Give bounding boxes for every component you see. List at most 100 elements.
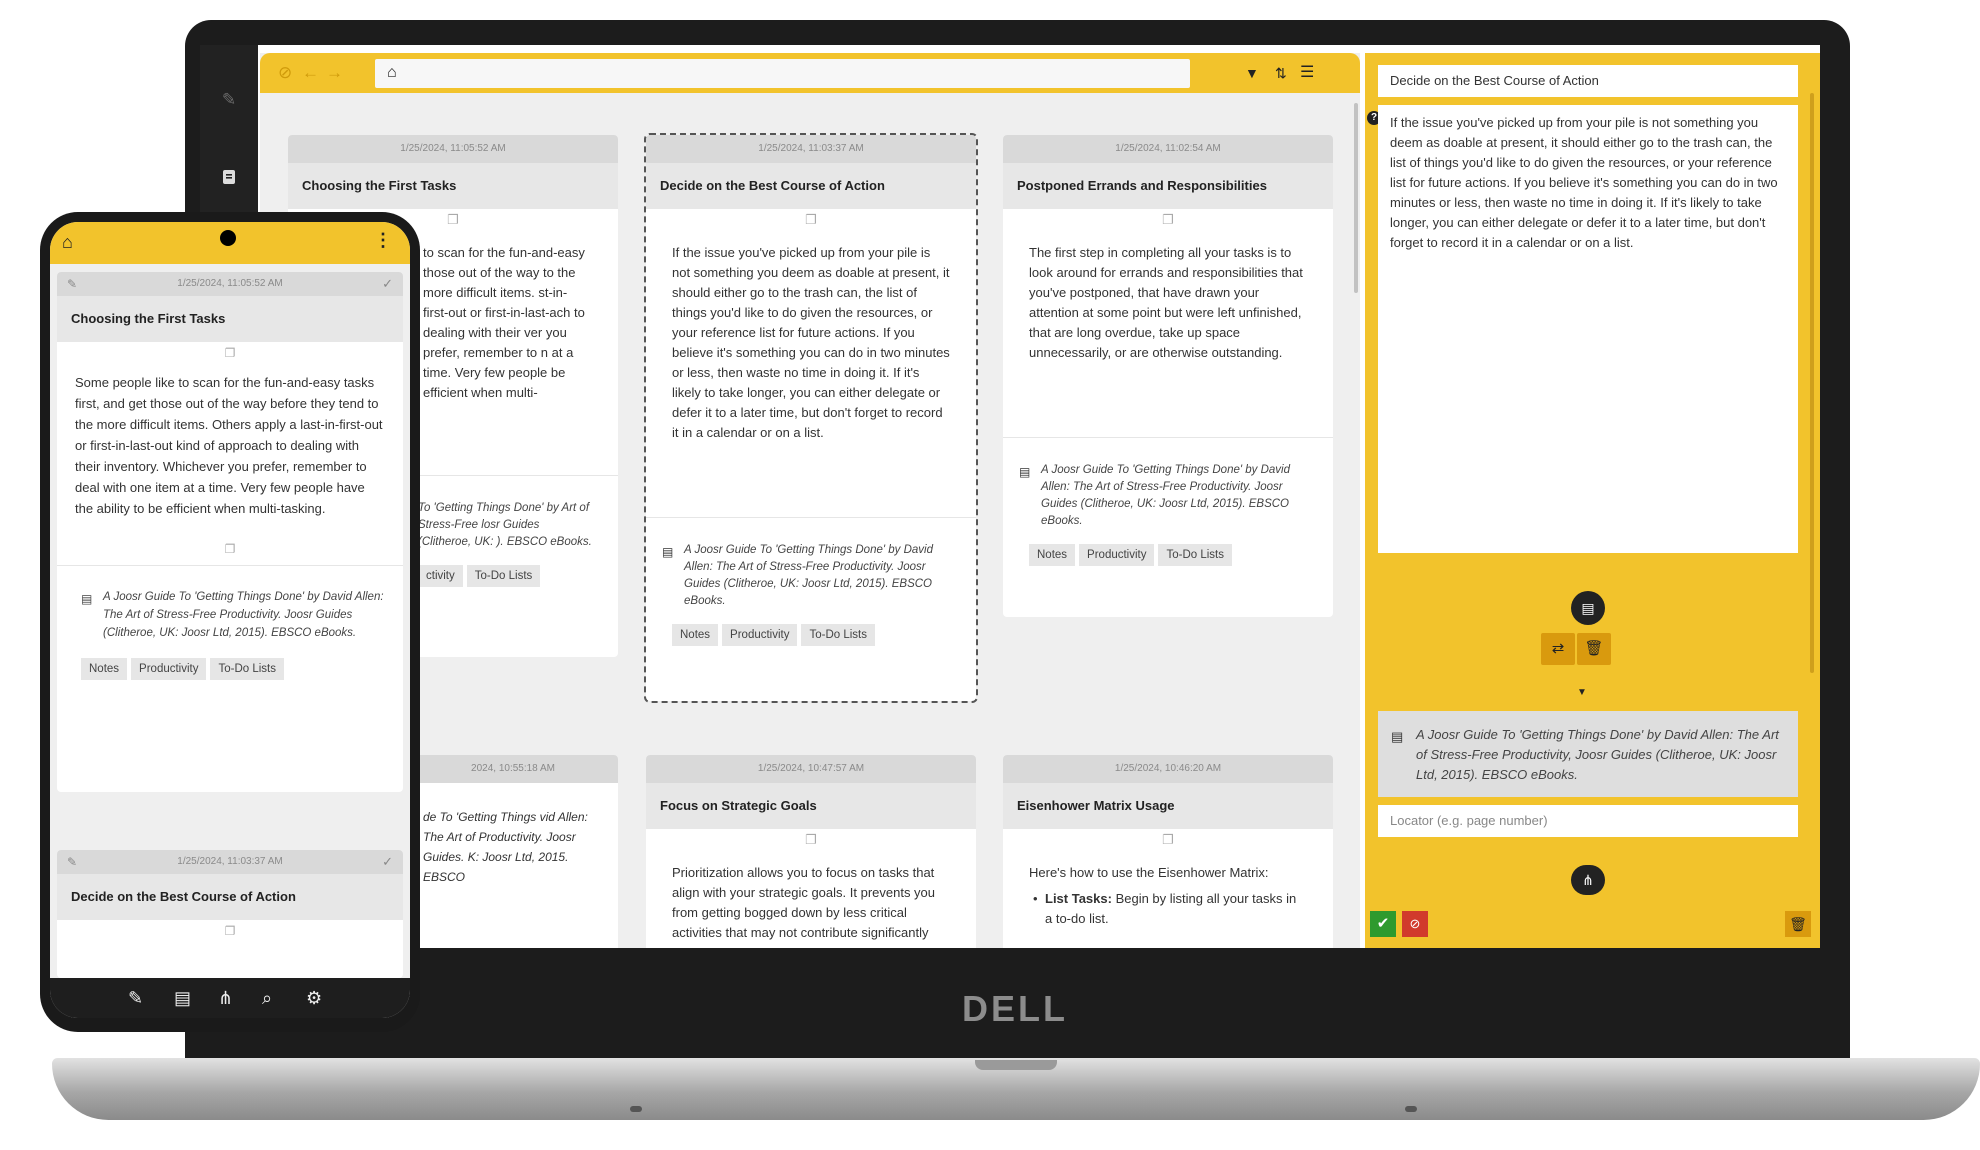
pencil-icon[interactable]: ✎ xyxy=(67,850,77,874)
forward-icon[interactable]: → xyxy=(326,63,343,83)
card-body: Some people like to scan for the fun-and… xyxy=(75,375,383,516)
copy-icon[interactable]: ❐ xyxy=(57,342,403,372)
tag[interactable]: Productivity xyxy=(1079,544,1155,566)
tag[interactable]: Notes xyxy=(672,624,719,646)
tag-list: Notes Productivity To-Do Lists xyxy=(646,610,976,664)
card-source-text: A Joosr Guide To 'Getting Things Done' b… xyxy=(103,591,384,639)
home-icon[interactable]: ⌂ xyxy=(387,63,397,83)
panel-scrollbar[interactable] xyxy=(1810,93,1814,673)
card-body: Prioritization allows you to focus on ta… xyxy=(672,865,936,940)
editor-title-field[interactable]: Decide on the Best Course of Action xyxy=(1378,65,1798,97)
tag-list: Notes Productivity To-Do Lists xyxy=(57,642,403,710)
filter-icon[interactable]: ▼ xyxy=(1245,63,1259,83)
book-icon: ▤ xyxy=(662,545,674,559)
card-source-text: A Joosr Guide To 'Getting Things Done' b… xyxy=(684,544,934,607)
bullet: • xyxy=(1033,891,1038,906)
sort-icon[interactable]: ⇅ xyxy=(1275,63,1287,83)
editor-text-area[interactable]: If the issue you've picked up from your … xyxy=(1378,105,1798,553)
tag[interactable]: To-Do Lists xyxy=(1158,544,1233,566)
card-source-text: A Joosr Guide To 'Getting Things Done' b… xyxy=(1041,464,1291,527)
pencil-icon[interactable]: ✎ xyxy=(219,90,239,110)
phone-note-card[interactable]: ✎ 1/25/2024, 11:05:52 AM ✓ Choosing the … xyxy=(57,272,403,792)
back-icon[interactable]: ← xyxy=(302,63,319,83)
card-body-text: Here's how to use the Eisenhower Matrix: xyxy=(1029,865,1269,880)
card-title: Decide on the Best Course of Action xyxy=(646,163,976,209)
sitemap-icon[interactable]: ⋔ xyxy=(1571,865,1605,895)
tag[interactable]: To-Do Lists xyxy=(210,658,285,680)
copy-icon[interactable]: ❐ xyxy=(646,829,976,855)
cancel-button[interactable]: ⊘ xyxy=(1402,911,1428,937)
check-icon[interactable]: ✓ xyxy=(382,272,393,296)
book-icon: ▤ xyxy=(1391,729,1404,744)
copy-icon[interactable]: ❐ xyxy=(646,209,976,235)
card-body: The first step in completing all your ta… xyxy=(1029,245,1303,360)
card-title: Postponed Errands and Responsibilities xyxy=(1003,163,1333,209)
book-icon[interactable]: ▤ xyxy=(1571,591,1605,625)
note-card[interactable]: 1/25/2024, 10:46:20 AM Eisenhower Matrix… xyxy=(1003,755,1333,948)
copy-icon[interactable]: ❐ xyxy=(57,920,403,950)
swap-icon[interactable]: ⇄ xyxy=(1541,633,1575,665)
tag[interactable]: Notes xyxy=(81,658,128,680)
card-title: Focus on Strategic Goals xyxy=(646,783,976,829)
pencil-icon[interactable]: ✎ xyxy=(67,272,77,296)
card-date: 1/25/2024, 11:02:54 AM xyxy=(1003,135,1333,163)
card-source: ▤ A Joosr Guide To 'Getting Things Done'… xyxy=(57,566,403,642)
notes-main: ⊘ ← → ⌂ ▼ ⇅ ☰ 1/25/2024, 11:05:52 AM Cho… xyxy=(260,53,1360,948)
card-body: If the issue you've picked up from your … xyxy=(672,245,950,440)
card-title: Choosing the First Tasks xyxy=(57,296,403,342)
gear-icon[interactable]: ⚙ xyxy=(306,988,322,1008)
locator-input[interactable]: Locator (e.g. page number) xyxy=(1378,805,1798,837)
phone-note-card[interactable]: ✎ 1/25/2024, 11:03:37 AM ✓ Decide on the… xyxy=(57,850,403,978)
card-date-row: ✎ 1/25/2024, 11:03:37 AM ✓ xyxy=(57,850,403,874)
book-icon: ▤ xyxy=(1019,465,1031,479)
trash-icon[interactable]: 🗑 xyxy=(1577,633,1611,665)
card-source: ▤ A Joosr Guide To 'Getting Things Done'… xyxy=(646,518,976,610)
copy-icon[interactable]: ❐ xyxy=(1003,829,1333,855)
book-icon[interactable] xyxy=(219,169,239,189)
sitemap-icon[interactable]: ⋔ xyxy=(218,988,233,1008)
card-date-row: ✎ 1/25/2024, 11:05:52 AM ✓ xyxy=(57,272,403,296)
laptop-foot xyxy=(1405,1106,1417,1112)
phone-camera xyxy=(220,230,236,246)
card-date: 1/25/2024, 11:05:52 AM xyxy=(177,278,283,289)
tag[interactable]: Notes xyxy=(1029,544,1076,566)
save-button[interactable]: ✔ xyxy=(1370,911,1396,937)
card-title: Decide on the Best Course of Action xyxy=(57,874,403,920)
copy-icon[interactable]: ❐ xyxy=(1003,209,1333,235)
dell-logo: DELL xyxy=(962,988,1068,1029)
home-icon[interactable]: ⌂ xyxy=(62,232,73,253)
card-date: 1/25/2024, 11:03:37 AM xyxy=(177,856,283,867)
menu-icon[interactable]: ☰ xyxy=(1300,63,1314,83)
list-label: List Tasks: xyxy=(1045,891,1112,906)
pencil-icon[interactable]: ✎ xyxy=(128,988,143,1008)
tag[interactable]: To-Do Lists xyxy=(466,565,541,587)
editor-source: ▤ A Joosr Guide To 'Getting Things Done'… xyxy=(1378,711,1798,797)
laptop-screen: ✎ ⊘ ← → ⌂ ▼ ⇅ ☰ 1/25/2024, 11:05:52 AM C… xyxy=(200,45,1820,948)
note-card[interactable]: 1/25/2024, 11:02:54 AM Postponed Errands… xyxy=(1003,135,1333,617)
search-icon[interactable]: ⌕ xyxy=(262,988,272,1008)
phone-screen: ⌂ ⋮ ✎ 1/25/2024, 11:05:52 AM ✓ Choosing … xyxy=(50,222,410,1018)
toolbar: ⊘ ← → ⌂ ▼ ⇅ ☰ xyxy=(260,53,1360,93)
tag[interactable]: To-Do Lists xyxy=(801,624,876,646)
more-icon[interactable]: ⋮ xyxy=(374,230,392,251)
address-bar[interactable]: ⌂ xyxy=(375,59,1190,88)
paste-icon[interactable]: ❐ xyxy=(57,519,403,565)
list-item: • List Tasks: Begin by listing all your … xyxy=(1029,889,1307,929)
card-body: Here's how to use the Eisenhower Matrix:… xyxy=(1003,855,1333,929)
note-card[interactable]: 1/25/2024, 10:47:57 AM Focus on Strategi… xyxy=(646,755,976,948)
card-date: 1/25/2024, 10:46:20 AM xyxy=(1003,755,1333,783)
card-title: Eisenhower Matrix Usage xyxy=(1003,783,1333,829)
chevron-down-icon[interactable]: ▼ xyxy=(1577,687,1587,698)
tag[interactable]: ctivity xyxy=(418,565,463,587)
card-date: 1/25/2024, 11:05:52 AM xyxy=(288,135,618,163)
book-icon[interactable]: ▤ xyxy=(174,988,191,1008)
delete-button[interactable]: 🗑 xyxy=(1785,911,1811,937)
cancel-icon[interactable]: ⊘ xyxy=(278,63,292,83)
tag[interactable]: Productivity xyxy=(131,658,207,680)
scrollbar[interactable] xyxy=(1354,103,1358,293)
phone-bottom-nav: ✎ ▤ ⋔ ⌕ ⚙ xyxy=(50,978,410,1018)
tag[interactable]: Productivity xyxy=(722,624,798,646)
tag-list: Notes Productivity To-Do Lists xyxy=(1003,530,1333,584)
check-icon[interactable]: ✓ xyxy=(382,850,393,874)
note-card-selected[interactable]: 1/25/2024, 11:03:37 AM Decide on the Bes… xyxy=(644,133,978,703)
